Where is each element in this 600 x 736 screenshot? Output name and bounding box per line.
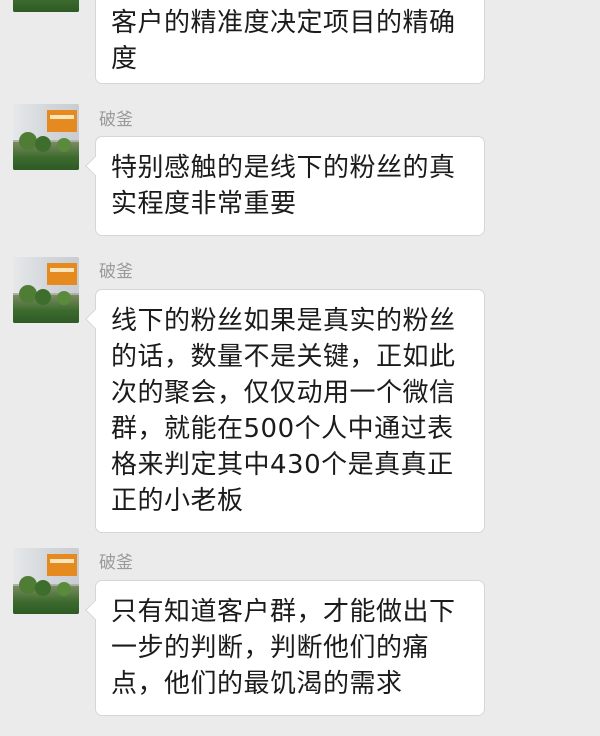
avatar[interactable]: [13, 0, 79, 12]
avatar[interactable]: [13, 548, 79, 614]
message-text: 线下的粉丝如果是真实的粉丝的话，数量不是关键，正如此次的聚会，仅仅动用一个微信群…: [111, 306, 456, 516]
message-bubble[interactable]: 客户的精准度决定项目的精确度: [95, 0, 485, 84]
sender-name: 破釜: [99, 262, 133, 282]
avatar[interactable]: [13, 257, 79, 323]
message-bubble[interactable]: 线下的粉丝如果是真实的粉丝的话，数量不是关键，正如此次的聚会，仅仅动用一个微信群…: [95, 289, 485, 533]
chat-conversation: 客户的精准度决定项目的精确度 破釜 特别感触的是线下的粉丝的真实程度非常重要 破…: [0, 0, 600, 736]
message-text: 特别感触的是线下的粉丝的真实程度非常重要: [111, 153, 456, 219]
sender-name: 破釜: [99, 553, 133, 573]
avatar[interactable]: [13, 104, 79, 170]
message-text: 客户的精准度决定项目的精确度: [111, 8, 456, 74]
message-bubble[interactable]: 特别感触的是线下的粉丝的真实程度非常重要: [95, 136, 485, 236]
sender-name: 破釜: [99, 110, 133, 130]
message-text: 只有知道客户群，才能做出下一步的判断，判断他们的痛点，他们的最饥渴的需求: [111, 597, 456, 699]
message-bubble[interactable]: 只有知道客户群，才能做出下一步的判断，判断他们的痛点，他们的最饥渴的需求: [95, 580, 485, 716]
